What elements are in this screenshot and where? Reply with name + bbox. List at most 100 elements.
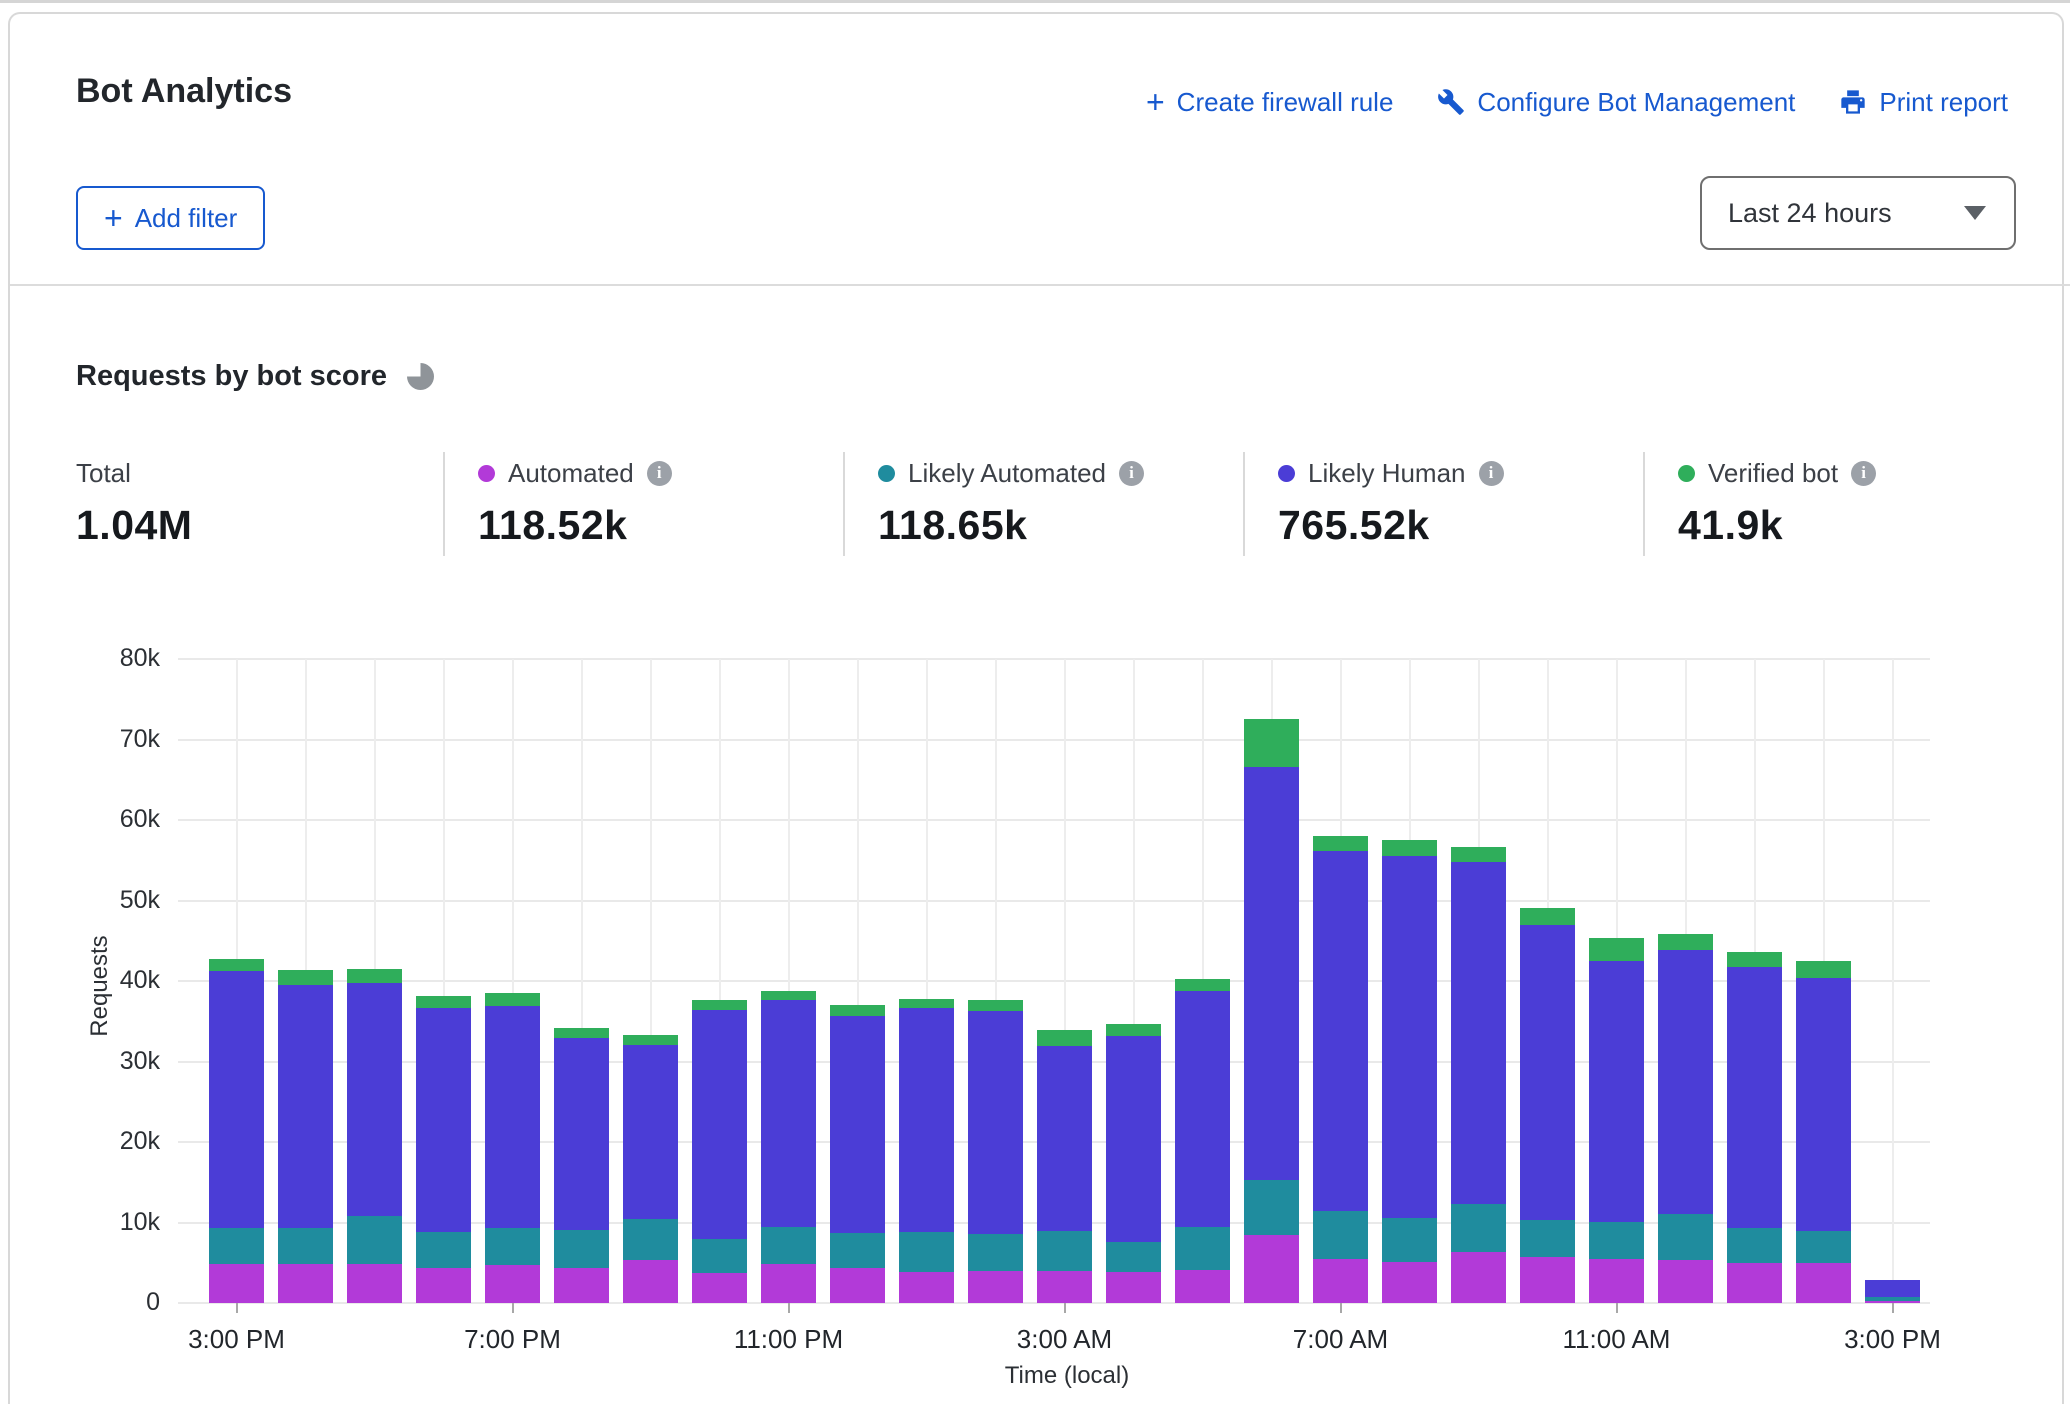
x-axis-label: 3:00 AM xyxy=(965,1324,1165,1355)
bar-7-00-PM[interactable] xyxy=(485,993,540,1303)
bar-9-00-AM[interactable] xyxy=(1451,847,1506,1303)
segment-likely-automated xyxy=(623,1219,678,1260)
segment-automated xyxy=(1313,1259,1368,1303)
x-axis-label: 3:00 PM xyxy=(1793,1324,1993,1355)
segment-likely-human xyxy=(485,1006,540,1228)
bar-3-00-PM[interactable] xyxy=(209,959,264,1303)
segment-likely-human xyxy=(1037,1046,1092,1231)
segment-likely-automated xyxy=(1313,1211,1368,1258)
segment-automated xyxy=(1727,1263,1782,1303)
segment-verified-bot xyxy=(1658,934,1713,949)
bar-11-00-AM[interactable] xyxy=(1589,938,1644,1303)
segment-verified-bot xyxy=(761,991,816,1001)
segment-likely-automated xyxy=(1244,1180,1299,1236)
segment-likely-human xyxy=(1589,961,1644,1222)
bar-7-00-AM[interactable] xyxy=(1313,836,1368,1303)
x-axis-title: Time (local) xyxy=(957,1362,1177,1390)
bar-5-00-PM[interactable] xyxy=(347,969,402,1303)
segment-verified-bot xyxy=(692,1000,747,1010)
bar-2-00-AM[interactable] xyxy=(968,1000,1023,1303)
x-axis-label: 3:00 PM xyxy=(137,1324,337,1355)
segment-automated xyxy=(1037,1271,1092,1303)
bar-6-00-PM[interactable] xyxy=(416,996,471,1303)
segment-automated xyxy=(416,1268,471,1303)
y-axis-label: 20k xyxy=(0,1127,160,1156)
segment-likely-automated xyxy=(1037,1231,1092,1270)
bar-12-00-AM[interactable] xyxy=(830,1005,885,1303)
segment-verified-bot xyxy=(347,969,402,983)
x-axis-label: 11:00 AM xyxy=(1517,1324,1717,1355)
segment-likely-automated xyxy=(347,1216,402,1263)
segment-likely-automated xyxy=(899,1232,954,1271)
bar-4-00-AM[interactable] xyxy=(1106,1024,1161,1303)
segment-likely-automated xyxy=(1382,1218,1437,1261)
segment-likely-human xyxy=(1865,1280,1920,1297)
segment-automated xyxy=(899,1272,954,1303)
bar-3-00-AM[interactable] xyxy=(1037,1030,1092,1303)
segment-likely-human xyxy=(1106,1036,1161,1242)
bar-2-00-PM[interactable] xyxy=(1796,961,1851,1303)
segment-likely-automated xyxy=(1106,1242,1161,1272)
segment-likely-human xyxy=(1658,950,1713,1214)
bar-8-00-AM[interactable] xyxy=(1382,840,1437,1303)
bar-1-00-AM[interactable] xyxy=(899,999,954,1303)
x-axis-label: 7:00 AM xyxy=(1241,1324,1441,1355)
segment-verified-bot xyxy=(485,993,540,1006)
segment-likely-human xyxy=(623,1045,678,1220)
bar-12-00-PM[interactable] xyxy=(1658,934,1713,1303)
bar-5-00-AM[interactable] xyxy=(1175,979,1230,1303)
segment-verified-bot xyxy=(830,1005,885,1015)
bar-8-00-PM[interactable] xyxy=(554,1028,609,1303)
bar-9-00-PM[interactable] xyxy=(623,1035,678,1303)
segment-likely-human xyxy=(1520,925,1575,1220)
segment-likely-human xyxy=(1244,767,1299,1180)
segment-verified-bot xyxy=(278,970,333,985)
segment-verified-bot xyxy=(1520,908,1575,925)
segment-automated xyxy=(1382,1262,1437,1303)
bar-11-00-PM[interactable] xyxy=(761,991,816,1303)
segment-likely-human xyxy=(1451,862,1506,1204)
segment-automated xyxy=(1175,1270,1230,1303)
segment-likely-automated xyxy=(1520,1220,1575,1257)
bar-10-00-PM[interactable] xyxy=(692,1000,747,1303)
h-gridline xyxy=(178,900,1930,902)
segment-automated xyxy=(1658,1260,1713,1303)
segment-likely-automated xyxy=(761,1227,816,1264)
segment-likely-human xyxy=(1175,991,1230,1227)
x-axis-tick xyxy=(1064,1303,1066,1313)
v-gridline xyxy=(1892,659,1894,1303)
segment-likely-automated xyxy=(416,1232,471,1267)
bar-3-00-PM[interactable] xyxy=(1865,1280,1920,1303)
segment-likely-automated xyxy=(1451,1204,1506,1252)
segment-likely-human xyxy=(1313,851,1368,1211)
segment-likely-human xyxy=(830,1016,885,1233)
segment-verified-bot xyxy=(554,1028,609,1038)
segment-likely-human xyxy=(761,1000,816,1226)
segment-likely-automated xyxy=(830,1233,885,1268)
segment-automated xyxy=(761,1264,816,1303)
segment-likely-automated xyxy=(968,1234,1023,1271)
segment-likely-human xyxy=(968,1011,1023,1234)
segment-automated xyxy=(830,1268,885,1303)
segment-likely-automated xyxy=(1589,1222,1644,1259)
segment-verified-bot xyxy=(1727,952,1782,966)
h-gridline xyxy=(178,658,1930,660)
segment-verified-bot xyxy=(1175,979,1230,991)
y-axis-label: 60k xyxy=(0,805,160,834)
segment-verified-bot xyxy=(968,1000,1023,1011)
bar-6-00-AM[interactable] xyxy=(1244,719,1299,1303)
h-gridline xyxy=(178,819,1930,821)
bar-4-00-PM[interactable] xyxy=(278,970,333,1303)
segment-verified-bot xyxy=(1037,1030,1092,1046)
segment-verified-bot xyxy=(1313,836,1368,851)
x-axis-tick xyxy=(1340,1303,1342,1313)
segment-automated xyxy=(968,1271,1023,1303)
segment-likely-human xyxy=(347,983,402,1216)
segment-likely-human xyxy=(554,1038,609,1230)
bar-1-00-PM[interactable] xyxy=(1727,952,1782,1303)
segment-automated xyxy=(692,1273,747,1303)
segment-likely-human xyxy=(1382,856,1437,1218)
segment-automated xyxy=(209,1264,264,1303)
segment-verified-bot xyxy=(209,959,264,970)
bar-10-00-AM[interactable] xyxy=(1520,908,1575,1303)
